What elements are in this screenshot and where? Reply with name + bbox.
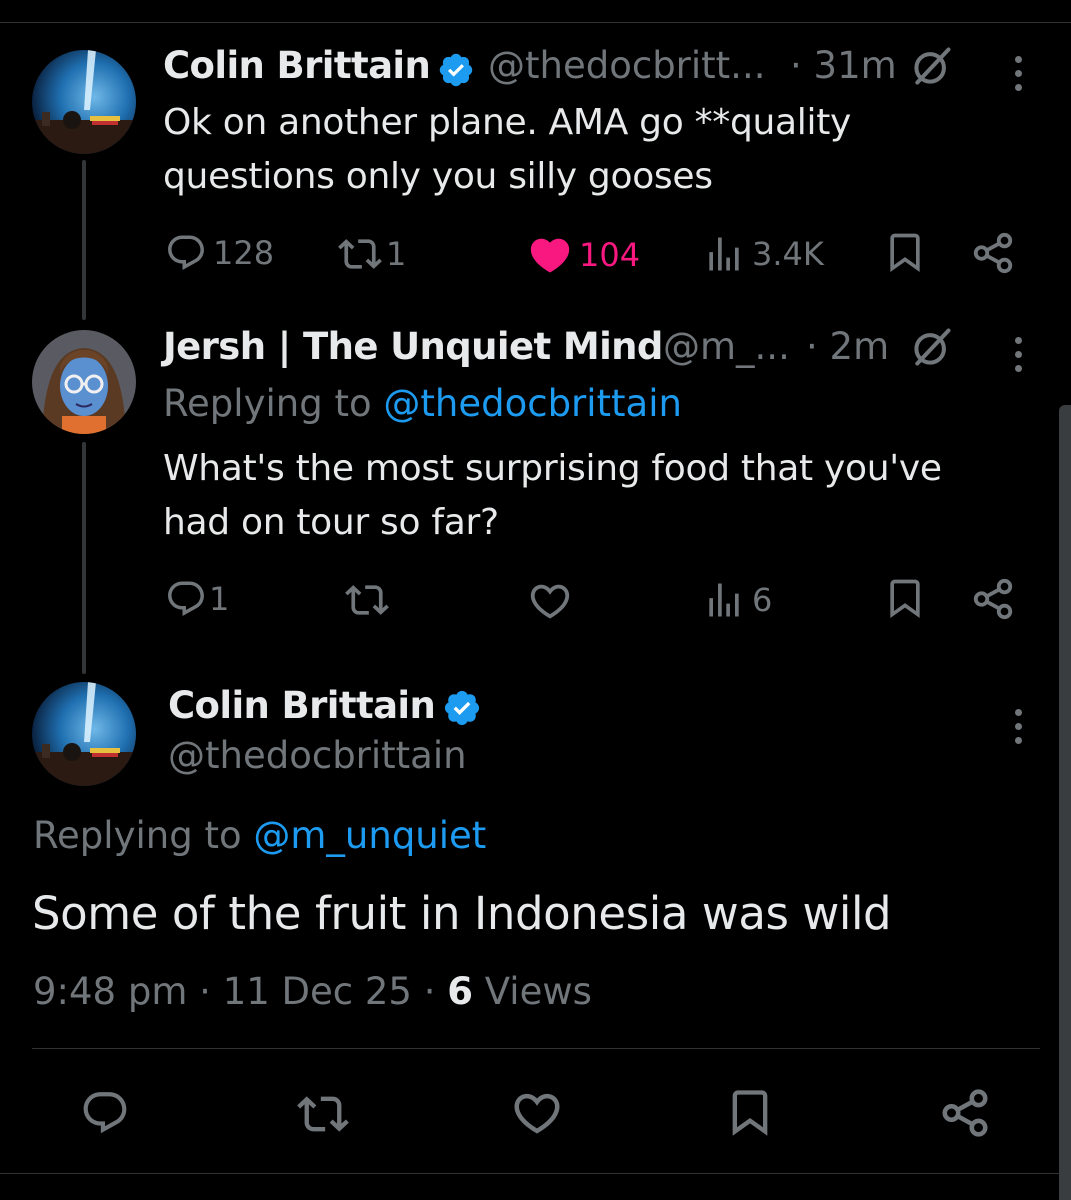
tweet-text-line: Ok on another plane. AMA go **quality — [163, 102, 852, 143]
reply-count: 1 — [209, 580, 230, 618]
avatar[interactable] — [32, 330, 136, 434]
bottom-divider — [0, 1173, 1059, 1174]
replying-to-label: Replying to — [163, 382, 372, 425]
reply-icon[interactable] — [80, 1088, 130, 1138]
tweet-date[interactable]: 11 Dec 25 — [223, 970, 412, 1013]
replying-to-link[interactable]: @thedocbrittain — [383, 382, 682, 425]
verified-badge-icon — [442, 688, 482, 728]
more-icon[interactable] — [1015, 709, 1025, 751]
bookmark-icon[interactable] — [883, 230, 927, 274]
tweet-text-line: had on tour so far? — [163, 502, 499, 543]
timestamp[interactable]: · 2m — [806, 325, 889, 368]
author-name[interactable]: Colin Brittain — [168, 684, 436, 727]
share-icon[interactable] — [970, 230, 1016, 276]
tweet-meta: 9:48 pm · 11 Dec 25 · 6 Views — [33, 970, 592, 1013]
share-icon[interactable] — [938, 1086, 992, 1140]
reply-icon — [165, 232, 207, 274]
views-icon — [702, 578, 746, 622]
more-icon[interactable] — [1015, 337, 1025, 379]
views-count: 3.4K — [752, 235, 824, 273]
retweet-button[interactable] — [345, 578, 389, 622]
tweet-text: Some of the fruit in Indonesia was wild — [32, 887, 892, 940]
tweet-text-line: What's the most surprising food that you… — [163, 448, 942, 489]
scrollbar[interactable] — [1059, 405, 1071, 1200]
retweet-button[interactable]: 1 — [338, 232, 406, 276]
top-divider — [0, 22, 1071, 23]
thread-line-1 — [82, 160, 86, 320]
replying-to-line: Replying to @m_unquiet — [33, 814, 486, 857]
bookmark-icon[interactable] — [883, 576, 927, 620]
heart-icon — [527, 578, 573, 624]
views-label: Views — [484, 970, 592, 1013]
divider — [32, 1048, 1040, 1049]
author-name[interactable]: Jersh | The Unquiet Mind — [163, 325, 663, 368]
meta-separator: · — [199, 970, 211, 1013]
like-button[interactable] — [527, 578, 573, 624]
tweet-text: What's the most surprising food that you… — [163, 442, 942, 550]
reply-count: 128 — [213, 234, 275, 272]
retweet-icon[interactable] — [297, 1088, 349, 1140]
views-button[interactable]: 6 — [702, 578, 772, 622]
heart-icon[interactable] — [510, 1086, 564, 1140]
verified-badge-icon — [437, 51, 475, 89]
reply-icon — [165, 578, 207, 620]
replying-to-link[interactable]: @m_unquiet — [253, 814, 486, 857]
views-count: 6 — [752, 581, 773, 619]
tweet-text-line: questions only you silly gooses — [163, 156, 713, 197]
author-name[interactable]: Colin Brittain — [163, 44, 431, 87]
views-button[interactable]: 3.4K — [702, 232, 824, 276]
heart-filled-icon — [527, 232, 573, 278]
share-icon[interactable] — [970, 576, 1016, 622]
tweet-text: Ok on another plane. AMA go **quality qu… — [163, 96, 851, 204]
replying-to-label: Replying to — [33, 814, 242, 857]
replying-to-line: Replying to @thedocbrittain — [163, 382, 682, 425]
avatar[interactable] — [32, 50, 136, 154]
more-icon[interactable] — [1015, 56, 1025, 98]
reply-button[interactable]: 1 — [165, 578, 229, 620]
author-handle[interactable]: @m_... — [663, 325, 790, 368]
retweet-count: 1 — [386, 235, 407, 273]
timestamp[interactable]: · 31m — [790, 44, 897, 87]
bookmark-icon[interactable] — [724, 1086, 776, 1138]
meta-separator: · — [423, 970, 436, 1013]
tweet-time[interactable]: 9:48 pm — [33, 970, 187, 1013]
retweet-icon — [345, 578, 389, 622]
views-count: 6 — [447, 970, 474, 1013]
like-count: 104 — [579, 236, 641, 274]
grok-icon[interactable] — [910, 44, 954, 88]
retweet-icon — [338, 232, 382, 276]
like-button[interactable]: 104 — [527, 232, 640, 278]
grok-icon[interactable] — [910, 325, 954, 369]
avatar[interactable] — [32, 682, 136, 786]
reply-button[interactable]: 128 — [165, 232, 274, 274]
author-handle[interactable]: @thedocbrittain — [168, 734, 467, 777]
author-handle[interactable]: @thedocbritt... — [488, 44, 765, 87]
views-icon — [702, 232, 746, 276]
thread-line-2 — [82, 442, 86, 674]
